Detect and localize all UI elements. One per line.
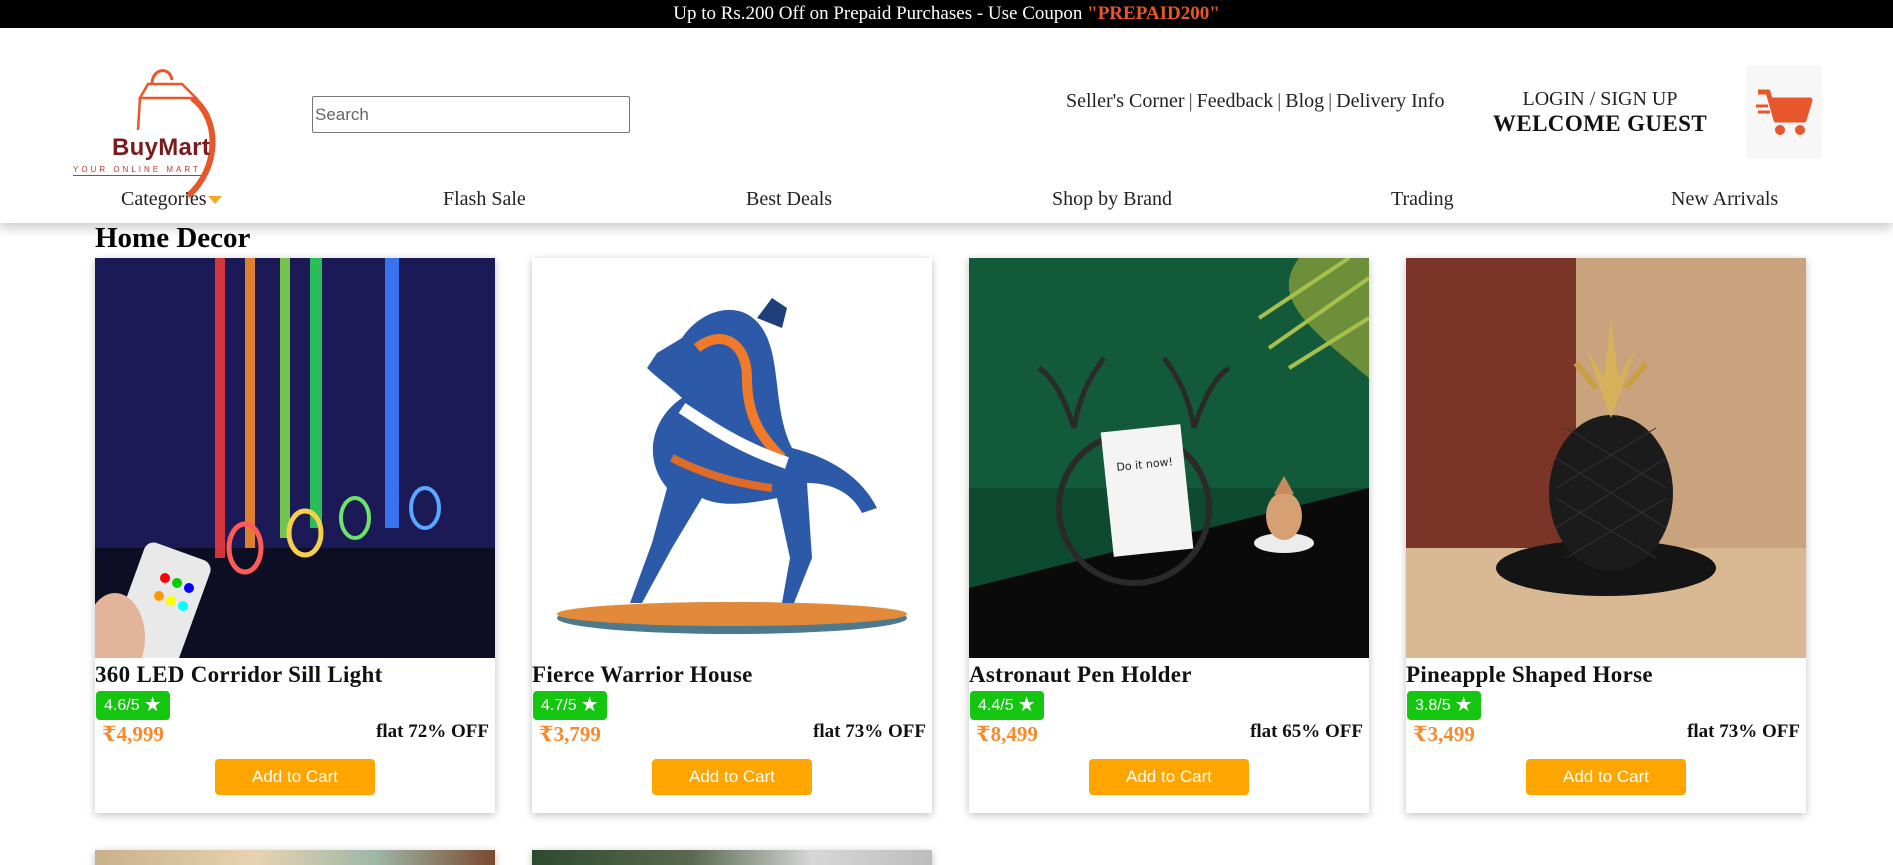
- logo-brand-name: BuyMart: [112, 134, 211, 161]
- product-card: Pineapple Shaped Horse 3.8/5 ★ ₹3,499 fla…: [1406, 258, 1806, 813]
- welcome-text: WELCOME GUEST: [1492, 111, 1708, 136]
- shopping-bag-logo-icon: [136, 69, 216, 198]
- product-price: ₹3,499: [1413, 722, 1475, 746]
- rating-value: 3.8/5: [1415, 697, 1451, 714]
- promo-text: Up to Rs.200 Off on Prepaid Purchases - …: [673, 3, 1088, 24]
- promo-banner: Up to Rs.200 Off on Prepaid Purchases - …: [0, 0, 1893, 28]
- product-image[interactable]: Do it now!: [969, 258, 1369, 658]
- login-signup-link[interactable]: LOGIN / SIGN UP: [1480, 88, 1720, 111]
- feedback-link[interactable]: Feedback: [1197, 90, 1274, 112]
- rating-badge: 4.7/5 ★: [533, 691, 607, 720]
- cart-button[interactable]: [1746, 66, 1822, 158]
- rating-value: 4.6/5: [104, 697, 140, 714]
- add-to-cart-button[interactable]: Add to Cart: [1526, 759, 1686, 795]
- product-card: 360 LED Corridor Sill Light 4.6/5 ★ ₹4,99…: [95, 258, 495, 813]
- account-area: LOGIN / SIGN UP WELCOME GUEST: [1480, 88, 1720, 137]
- rating-badge: 4.6/5 ★: [96, 691, 170, 720]
- product-card: Fierce Warrior House 4.7/5 ★ ₹3,799 flat …: [532, 258, 932, 813]
- site-header: BuyMart YOUR ONLINE MART Seller's Corner…: [0, 28, 1893, 223]
- product-card-partial[interactable]: [95, 850, 495, 865]
- main-nav: Categories Flash Sale Best Deals Shop by…: [0, 188, 1893, 214]
- product-price: ₹4,999: [102, 722, 164, 746]
- caret-down-icon: [207, 196, 222, 205]
- shopping-cart-icon: [1756, 89, 1813, 135]
- product-discount: flat 73% OFF: [813, 721, 926, 742]
- nav-new-arrivals[interactable]: New Arrivals: [1671, 188, 1778, 211]
- add-to-cart-button[interactable]: Add to Cart: [215, 759, 375, 795]
- nav-trading[interactable]: Trading: [1391, 188, 1454, 211]
- rating-badge: 4.4/5 ★: [970, 691, 1044, 720]
- top-links: Seller's Corner | Feedback | Blog | Delivery I…: [1066, 90, 1444, 113]
- product-image[interactable]: [532, 258, 932, 658]
- product-discount: flat 73% OFF: [1687, 721, 1800, 742]
- logo-tagline: YOUR ONLINE MART: [73, 165, 201, 176]
- link-separator: |: [1328, 90, 1333, 112]
- product-price: ₹3,799: [539, 722, 601, 746]
- rating-badge: 3.8/5 ★: [1407, 691, 1481, 720]
- product-name[interactable]: 360 LED Corridor Sill Light: [95, 662, 383, 688]
- product-discount: flat 72% OFF: [376, 721, 489, 742]
- blog-link[interactable]: Blog: [1285, 90, 1324, 112]
- site-logo[interactable]: BuyMart YOUR ONLINE MART: [70, 58, 230, 198]
- product-name[interactable]: Astronaut Pen Holder: [969, 662, 1192, 688]
- nav-label: Categories: [121, 188, 207, 210]
- link-separator: |: [1188, 90, 1193, 112]
- product-card-partial[interactable]: [532, 850, 932, 865]
- nav-best-deals[interactable]: Best Deals: [746, 188, 832, 211]
- section-title: Home Decor: [95, 222, 251, 254]
- star-icon: ★: [143, 694, 162, 716]
- add-to-cart-button[interactable]: Add to Cart: [1089, 759, 1249, 795]
- nav-categories[interactable]: Categories: [121, 188, 222, 211]
- link-separator: |: [1277, 90, 1282, 112]
- rating-value: 4.4/5: [978, 697, 1014, 714]
- product-price: ₹8,499: [976, 722, 1038, 746]
- add-to-cart-button[interactable]: Add to Cart: [652, 759, 812, 795]
- search-input[interactable]: [312, 96, 630, 133]
- nav-shop-by-brand[interactable]: Shop by Brand: [1052, 188, 1172, 211]
- product-discount: flat 65% OFF: [1250, 721, 1363, 742]
- rating-value: 4.7/5: [541, 697, 577, 714]
- nav-flash-sale[interactable]: Flash Sale: [443, 188, 526, 211]
- product-card: Do it now! Astronaut Pen Holder 4.4/5 ★ ₹…: [969, 258, 1369, 813]
- star-icon: ★: [580, 694, 599, 716]
- star-icon: ★: [1017, 694, 1036, 716]
- sellers-corner-link[interactable]: Seller's Corner: [1066, 90, 1185, 112]
- product-image[interactable]: [95, 258, 495, 658]
- promo-code: "PREPAID200": [1087, 3, 1220, 24]
- delivery-info-link[interactable]: Delivery Info: [1336, 90, 1444, 112]
- product-name[interactable]: Fierce Warrior House: [532, 662, 753, 688]
- product-image[interactable]: [1406, 258, 1806, 658]
- star-icon: ★: [1454, 694, 1473, 716]
- product-name[interactable]: Pineapple Shaped Horse: [1406, 662, 1653, 688]
